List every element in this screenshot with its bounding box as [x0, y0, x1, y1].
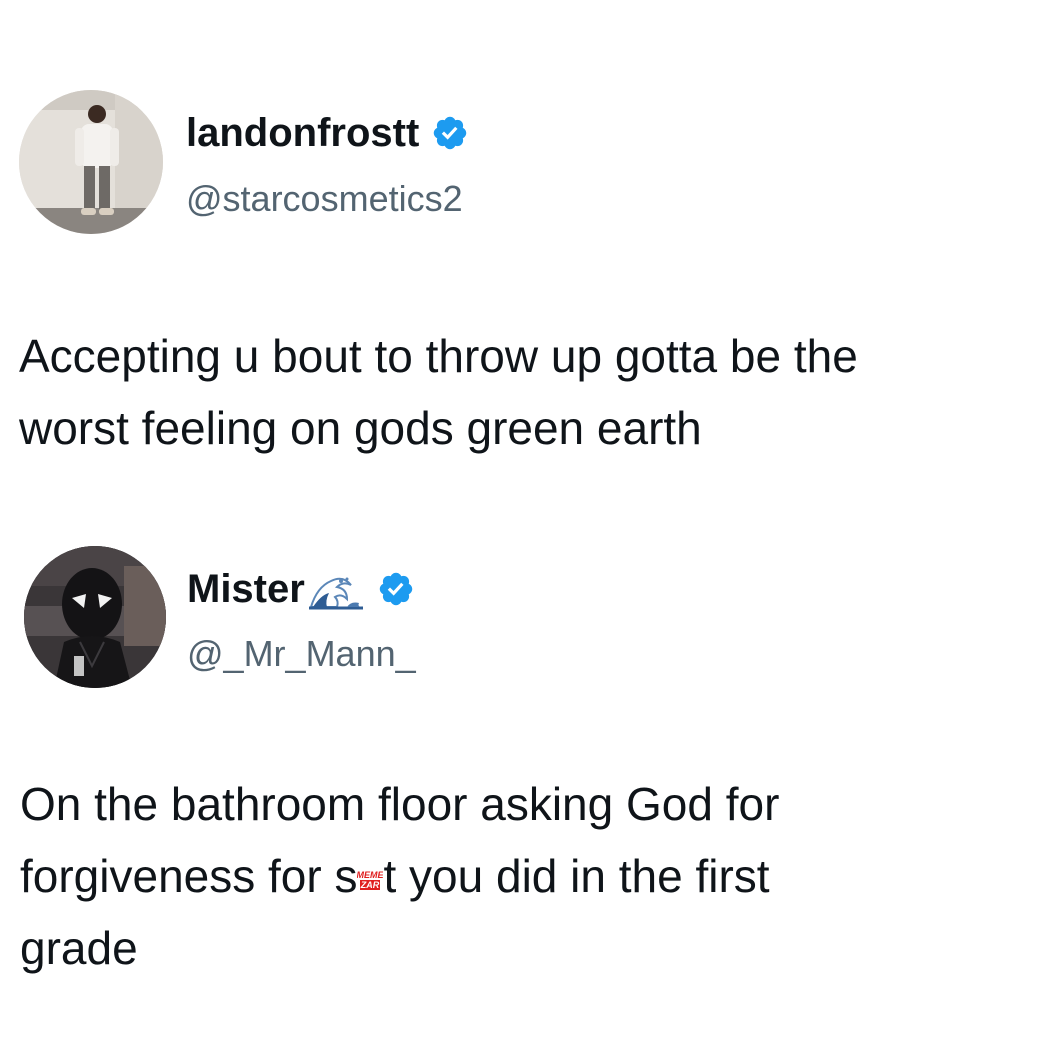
wave-emoji-icon	[308, 577, 363, 610]
memezar-watermark-icon: MEME ZAR	[357, 866, 383, 892]
tweet-text-line: forgiveness for s MEME ZAR t you did in …	[20, 840, 779, 912]
avatar[interactable]	[19, 90, 163, 234]
tweet-text: Accepting u bout to throw up gotta be th…	[19, 320, 858, 464]
display-name[interactable]: Mister	[187, 565, 305, 613]
watermark-line2: ZAR	[360, 880, 380, 890]
display-name-row[interactable]: landonfrostt	[186, 109, 469, 157]
verified-badge-icon	[379, 572, 413, 606]
display-name[interactable]: landonfrostt	[186, 109, 419, 157]
tweet-text-line: worst feeling on gods green earth	[19, 402, 702, 454]
tweet-text-line: grade	[20, 922, 138, 974]
avatar-photo	[24, 546, 166, 688]
display-name-row[interactable]: Mister	[187, 565, 415, 613]
watermark-line1: MEME	[357, 870, 383, 880]
tweet-text-line: Accepting u bout to throw up gotta be th…	[19, 330, 858, 382]
handle[interactable]: @starcosmetics2	[186, 177, 463, 221]
tweet-text-segment: forgiveness for s	[20, 850, 358, 902]
verified-badge-icon	[434, 116, 467, 150]
handle[interactable]: @_Mr_Mann_	[187, 632, 416, 676]
tweet-text-segment: t you did in the first	[383, 850, 770, 902]
avatar-photo	[19, 90, 163, 234]
tweet-text: On the bathroom floor asking God for for…	[20, 768, 779, 984]
avatar[interactable]	[24, 546, 166, 688]
tweet-text-line: On the bathroom floor asking God for	[20, 778, 780, 830]
